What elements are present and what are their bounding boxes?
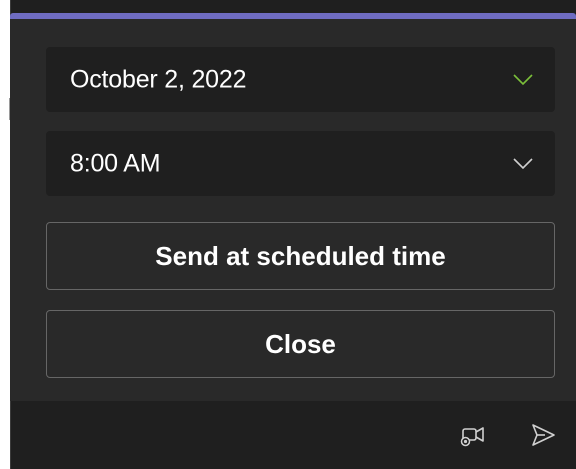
send-icon[interactable]	[529, 421, 557, 449]
date-picker[interactable]: October 2, 2022	[46, 47, 555, 112]
date-value: October 2, 2022	[70, 65, 247, 93]
compose-bar	[10, 401, 576, 469]
time-picker[interactable]: 8:00 AM	[46, 131, 555, 196]
close-button[interactable]: Close	[46, 310, 555, 378]
chevron-down-icon	[513, 73, 533, 85]
send-scheduled-button[interactable]: Send at scheduled time	[46, 222, 555, 290]
send-scheduled-label: Send at scheduled time	[155, 240, 446, 271]
chevron-down-icon	[513, 157, 533, 169]
close-label: Close	[265, 328, 336, 359]
background-area	[0, 0, 10, 469]
video-meet-icon[interactable]	[459, 421, 487, 449]
schedule-send-popup: October 2, 2022 8:00 AM Send at schedule…	[10, 19, 576, 401]
time-value: 8:00 AM	[70, 149, 161, 177]
